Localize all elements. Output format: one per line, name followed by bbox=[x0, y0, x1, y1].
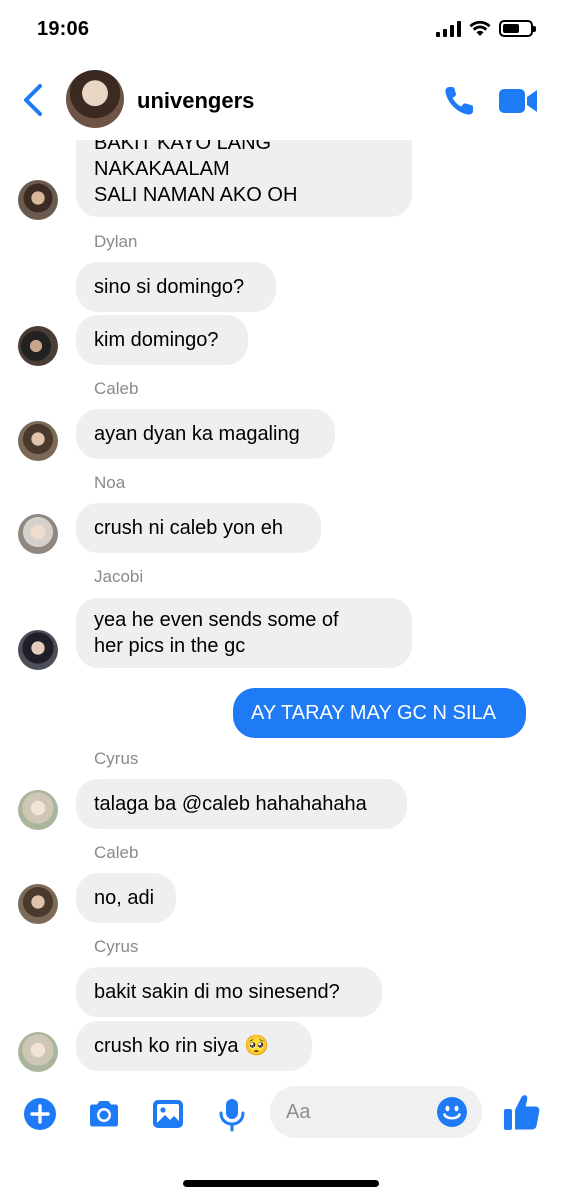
chat-title[interactable]: univengers bbox=[137, 88, 254, 114]
status-time: 19:06 bbox=[37, 18, 90, 40]
message-input-field[interactable] bbox=[270, 1086, 482, 1138]
home-indicator[interactable] bbox=[183, 1180, 379, 1187]
message-input[interactable] bbox=[286, 1086, 436, 1138]
avatar[interactable] bbox=[18, 180, 58, 220]
wifi-icon bbox=[469, 20, 491, 36]
avatar[interactable] bbox=[18, 630, 58, 670]
avatar[interactable] bbox=[18, 1032, 58, 1072]
message-bubble[interactable]: kim domingo? bbox=[76, 315, 248, 365]
phone-icon[interactable] bbox=[442, 84, 476, 118]
message-bubble[interactable]: bakit sakin di mo sinesend? bbox=[76, 967, 382, 1017]
message-bubble[interactable]: crush ko rin siya 🥺 bbox=[76, 1021, 312, 1071]
camera-icon[interactable] bbox=[86, 1096, 122, 1132]
message-bubble-outgoing[interactable]: AY TARAY MAY GC N SILA bbox=[233, 688, 526, 738]
message-list[interactable]: BAKIT KAYO LANG NAKAKAALAM SALI NAMAN AK… bbox=[0, 140, 561, 1080]
group-avatar[interactable] bbox=[66, 70, 124, 128]
message-bubble[interactable]: talaga ba @caleb hahahahaha bbox=[76, 779, 407, 829]
sender-name: Caleb bbox=[94, 843, 139, 862]
avatar[interactable] bbox=[18, 884, 58, 924]
avatar[interactable] bbox=[18, 326, 58, 366]
signal-icon bbox=[436, 20, 461, 37]
thumbs-up-icon[interactable] bbox=[503, 1092, 541, 1132]
avatar[interactable] bbox=[18, 790, 58, 830]
message-bubble[interactable]: crush ni caleb yon eh bbox=[76, 503, 321, 553]
message-bubble[interactable]: yea he even sends some of her pics in th… bbox=[76, 598, 412, 668]
sender-name: Noa bbox=[94, 473, 126, 492]
message-bubble[interactable]: ayan dyan ka magaling bbox=[76, 409, 335, 459]
sender-name: Jacobi bbox=[94, 567, 144, 586]
plus-icon[interactable] bbox=[22, 1096, 58, 1132]
photo-icon[interactable] bbox=[150, 1096, 186, 1132]
sender-name: Caleb bbox=[94, 379, 139, 398]
chat-header: univengers bbox=[0, 62, 561, 140]
message-bubble[interactable]: no, adi bbox=[76, 873, 176, 923]
message-bubble[interactable]: sino si domingo? bbox=[76, 262, 276, 312]
back-chevron-icon[interactable] bbox=[18, 82, 50, 118]
sender-name: Cyrus bbox=[94, 937, 139, 956]
battery-icon bbox=[499, 20, 536, 37]
composer-bar bbox=[0, 1080, 561, 1150]
sender-name: Dylan bbox=[94, 232, 138, 251]
microphone-icon[interactable] bbox=[214, 1096, 250, 1132]
avatar[interactable] bbox=[18, 514, 58, 554]
avatar[interactable] bbox=[18, 421, 58, 461]
video-camera-icon[interactable] bbox=[498, 86, 538, 116]
status-icons bbox=[436, 20, 536, 37]
status-bar: 19:06 bbox=[0, 0, 561, 60]
emoji-icon[interactable] bbox=[436, 1096, 468, 1128]
message-bubble[interactable]: BAKIT KAYO LANG NAKAKAALAM SALI NAMAN AK… bbox=[76, 140, 412, 217]
sender-name: Cyrus bbox=[94, 749, 139, 768]
